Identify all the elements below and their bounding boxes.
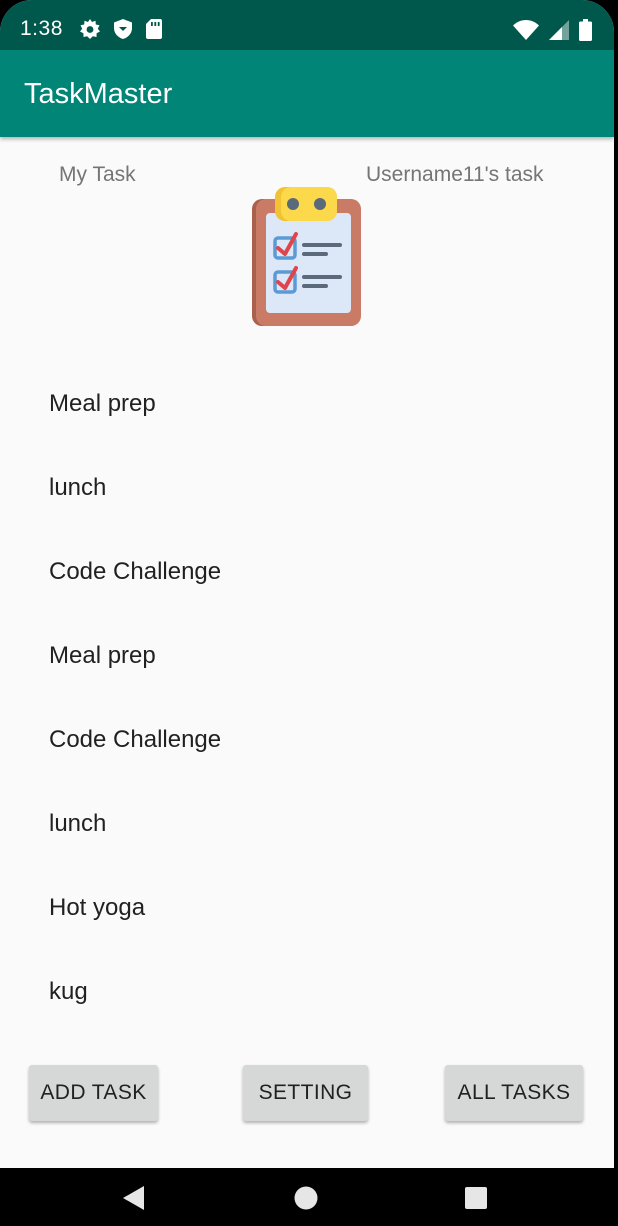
sd-card-icon — [146, 19, 162, 44]
task-list: Meal prep lunch Code Challenge Meal prep… — [0, 362, 614, 1034]
home-icon[interactable] — [286, 1178, 326, 1218]
all-tasks-button[interactable]: ALL TASKS — [445, 1065, 583, 1121]
clipboard-checklist-icon — [248, 186, 366, 330]
task-item[interactable]: lunch — [0, 782, 614, 866]
task-item[interactable]: Code Challenge — [0, 698, 614, 782]
shield-icon — [114, 19, 132, 44]
task-item[interactable]: kug — [0, 950, 614, 1034]
task-item[interactable]: Hot yoga — [0, 866, 614, 950]
status-bar: 1:38 — [0, 0, 614, 50]
task-item[interactable]: Meal prep — [0, 362, 614, 446]
wifi-icon — [513, 20, 539, 45]
status-icons-right — [513, 19, 592, 46]
task-item[interactable]: Code Challenge — [0, 530, 614, 614]
username-task-label: Username11's task — [366, 163, 544, 186]
signal-icon — [549, 20, 569, 45]
my-task-label: My Task — [59, 163, 136, 186]
navigation-bar — [0, 1168, 618, 1226]
back-icon[interactable] — [114, 1178, 154, 1218]
setting-button[interactable]: SETTING — [243, 1065, 368, 1121]
app-bar: TaskMaster — [0, 50, 614, 137]
status-icons-left — [80, 19, 162, 44]
add-task-button[interactable]: ADD TASK — [29, 1065, 158, 1121]
app-title: TaskMaster — [24, 78, 173, 110]
status-time: 1:38 — [20, 17, 63, 40]
recents-icon[interactable] — [456, 1178, 496, 1218]
phone-screen: 1:38 TaskMaster My Task Username11's tas… — [0, 0, 614, 1226]
battery-icon — [579, 19, 592, 46]
task-item[interactable]: lunch — [0, 446, 614, 530]
task-item[interactable]: Meal prep — [0, 614, 614, 698]
gear-icon — [80, 19, 100, 44]
